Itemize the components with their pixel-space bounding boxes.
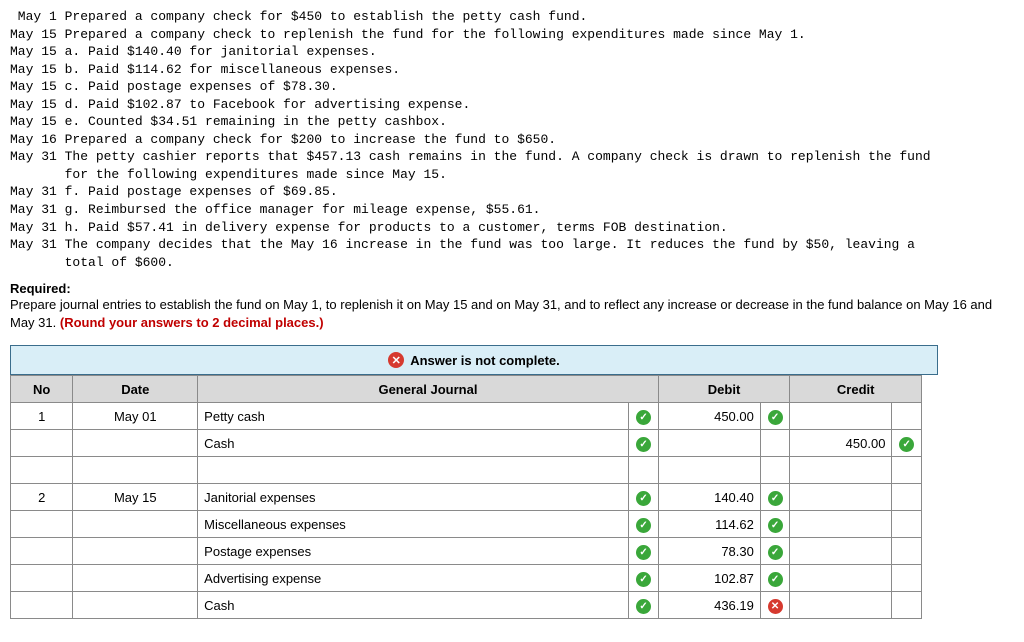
cell-debit-mark	[760, 430, 789, 457]
cell-debit[interactable]: 102.87	[658, 565, 760, 592]
cell-account-mark: ✓	[629, 592, 659, 619]
check-icon: ✓	[636, 599, 651, 614]
cell-debit-mark	[760, 457, 789, 484]
col-date: Date	[73, 376, 198, 403]
table-row: Cash ✓ 450.00 ✓	[11, 430, 922, 457]
table-row: 2May 15Janitorial expenses ✓ 140.40 ✓	[11, 484, 922, 511]
cell-credit[interactable]	[790, 565, 892, 592]
cell-debit-mark: ✓	[760, 403, 789, 430]
cell-no: 2	[11, 484, 73, 511]
cell-debit[interactable]: 78.30	[658, 538, 760, 565]
cell-debit-mark: ✓	[760, 511, 789, 538]
required-label: Required:	[10, 281, 1014, 296]
cell-credit-mark	[892, 457, 922, 484]
cell-date[interactable]	[73, 592, 198, 619]
cell-debit[interactable]: 140.40	[658, 484, 760, 511]
cell-debit-mark: ✓	[760, 565, 789, 592]
cell-date[interactable]: May 15	[73, 484, 198, 511]
cell-credit[interactable]	[790, 592, 892, 619]
cell-no	[11, 592, 73, 619]
cell-credit[interactable]	[790, 484, 892, 511]
cell-date[interactable]	[73, 457, 198, 484]
cell-debit[interactable]: 436.19	[658, 592, 760, 619]
cell-account[interactable]: Cash	[198, 430, 629, 457]
col-credit: Credit	[790, 376, 922, 403]
cell-account[interactable]: Petty cash	[198, 403, 629, 430]
cell-account-mark: ✓	[629, 403, 659, 430]
table-row	[11, 457, 922, 484]
cell-credit[interactable]	[790, 538, 892, 565]
col-debit: Debit	[658, 376, 790, 403]
cell-account[interactable]: Advertising expense	[198, 565, 629, 592]
check-icon: ✓	[636, 545, 651, 560]
check-icon: ✓	[636, 437, 651, 452]
col-no: No	[11, 376, 73, 403]
cell-account[interactable]	[198, 457, 629, 484]
cell-no: 1	[11, 403, 73, 430]
cell-account-mark: ✓	[629, 511, 659, 538]
check-icon: ✓	[636, 410, 651, 425]
check-icon: ✓	[636, 518, 651, 533]
cell-credit-mark	[892, 484, 922, 511]
table-row: Advertising expense ✓ 102.87 ✓	[11, 565, 922, 592]
cell-debit[interactable]: 450.00	[658, 403, 760, 430]
table-row: Postage expenses ✓ 78.30 ✓	[11, 538, 922, 565]
cell-credit[interactable]	[790, 511, 892, 538]
cell-debit[interactable]	[658, 430, 760, 457]
cell-credit-mark	[892, 538, 922, 565]
check-icon: ✓	[768, 572, 783, 587]
table-row: Cash ✓ 436.19 ✕	[11, 592, 922, 619]
answer-status-banner: ✕ Answer is not complete.	[10, 345, 938, 375]
cell-date[interactable]: May 01	[73, 403, 198, 430]
cell-debit-mark: ✓	[760, 484, 789, 511]
check-icon: ✓	[636, 491, 651, 506]
cell-account[interactable]: Janitorial expenses	[198, 484, 629, 511]
cell-account-mark: ✓	[629, 538, 659, 565]
cell-credit-mark	[892, 565, 922, 592]
cell-date[interactable]	[73, 511, 198, 538]
table-row: Miscellaneous expenses ✓ 114.62 ✓	[11, 511, 922, 538]
cell-account[interactable]: Postage expenses	[198, 538, 629, 565]
cell-no	[11, 565, 73, 592]
cell-debit[interactable]	[658, 457, 760, 484]
cell-credit-mark	[892, 403, 922, 430]
check-icon: ✓	[768, 545, 783, 560]
cell-credit[interactable]: 450.00	[790, 430, 892, 457]
check-icon: ✓	[636, 572, 651, 587]
required-text: Prepare journal entries to establish the…	[10, 296, 1014, 331]
cell-account[interactable]: Cash	[198, 592, 629, 619]
check-icon: ✓	[768, 518, 783, 533]
check-icon: ✓	[768, 491, 783, 506]
cell-date[interactable]	[73, 430, 198, 457]
cell-debit-mark: ✕	[760, 592, 789, 619]
cell-account-mark: ✓	[629, 430, 659, 457]
check-icon: ✓	[768, 410, 783, 425]
col-general-journal: General Journal	[198, 376, 659, 403]
cell-no	[11, 430, 73, 457]
cell-credit-mark	[892, 592, 922, 619]
cell-debit-mark: ✓	[760, 538, 789, 565]
cell-account-mark: ✓	[629, 484, 659, 511]
banner-text: Answer is not complete.	[410, 353, 560, 368]
cell-no	[11, 538, 73, 565]
error-icon: ✕	[388, 352, 404, 368]
transaction-list: May 1 Prepared a company check for $450 …	[10, 8, 1014, 271]
check-icon: ✓	[899, 437, 914, 452]
table-row: 1May 01Petty cash ✓ 450.00 ✓	[11, 403, 922, 430]
cell-credit[interactable]	[790, 457, 892, 484]
journal-table: No Date General Journal Debit Credit 1Ma…	[10, 375, 922, 619]
cell-account[interactable]: Miscellaneous expenses	[198, 511, 629, 538]
rounding-note: (Round your answers to 2 decimal places.…	[60, 315, 324, 330]
wrong-icon: ✕	[768, 599, 783, 614]
cell-account-mark: ✓	[629, 565, 659, 592]
cell-credit-mark: ✓	[892, 430, 922, 457]
cell-no	[11, 511, 73, 538]
cell-credit-mark	[892, 511, 922, 538]
cell-no	[11, 457, 73, 484]
cell-date[interactable]	[73, 565, 198, 592]
cell-account-mark	[629, 457, 659, 484]
cell-debit[interactable]: 114.62	[658, 511, 760, 538]
cell-date[interactable]	[73, 538, 198, 565]
cell-credit[interactable]	[790, 403, 892, 430]
